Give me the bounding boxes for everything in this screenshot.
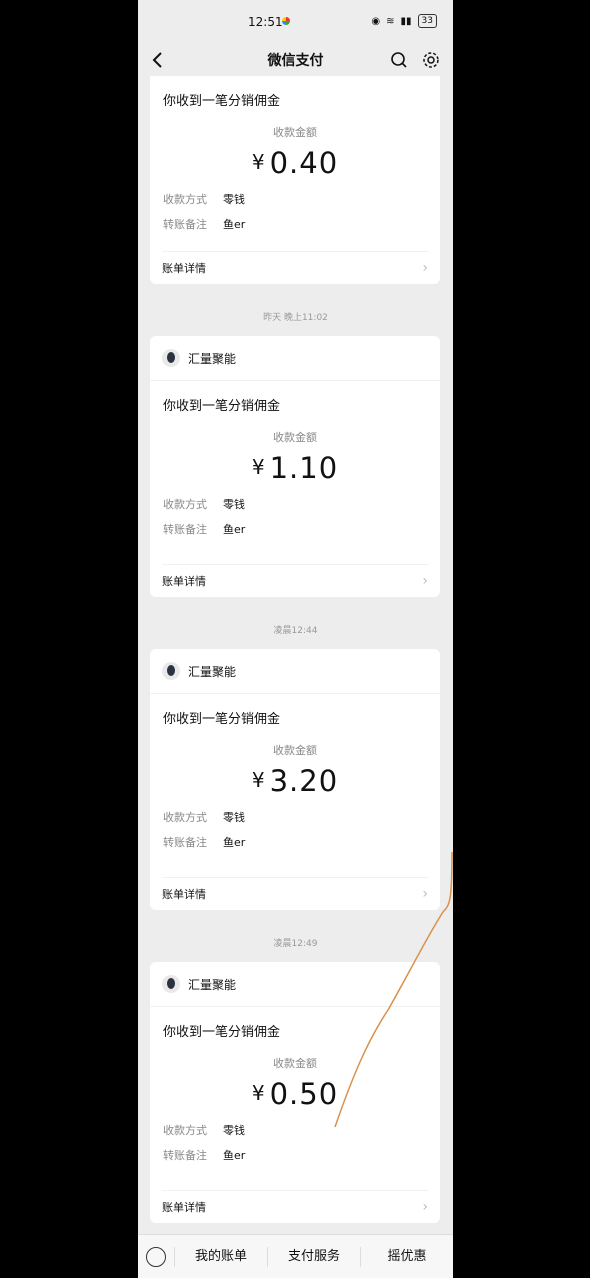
- avatar: [162, 662, 180, 680]
- card-subtitle: 你收到一笔分销佣金: [163, 1025, 281, 1040]
- payment-card: 汇量聚能 你收到一笔分销佣金 收款金额 ¥0.50 收款方式 零钱 转账备注 鱼er…: [150, 962, 440, 1223]
- amount-value: ¥0.40: [150, 146, 440, 180]
- bill-detail-label: 账单详情: [162, 1201, 206, 1214]
- currency-symbol: ¥: [251, 1081, 266, 1105]
- tab-shake-deals[interactable]: 摇优惠: [360, 1247, 453, 1267]
- amount-value: ¥1.10: [150, 451, 440, 485]
- note-value: 鱼er: [223, 1148, 246, 1162]
- method-key: 收款方式: [163, 497, 207, 511]
- bill-detail-link[interactable]: 账单详情 ›: [162, 1190, 428, 1223]
- timestamp: 昨天 晚上11:02: [263, 313, 328, 323]
- chevron-right-icon: ›: [422, 260, 428, 276]
- currency-symbol: ¥: [251, 150, 266, 174]
- method-value: 零钱: [223, 810, 245, 824]
- signal-icon: ▮▮: [400, 15, 412, 27]
- amount-label: 收款金额: [273, 744, 317, 757]
- battery-icon: 33: [417, 14, 437, 28]
- bill-detail-label: 账单详情: [162, 888, 206, 901]
- payment-card: 你收到一笔分销佣金 收款金额 ¥0.40 收款方式 零钱 转账备注 鱼er 账单详情…: [150, 76, 440, 284]
- note-key: 转账备注: [163, 522, 207, 536]
- method-key: 收款方式: [163, 810, 207, 824]
- method-row: 收款方式 零钱: [150, 1117, 440, 1142]
- card-subtitle: 你收到一笔分销佣金: [163, 399, 281, 414]
- card-header[interactable]: 汇量聚能: [150, 649, 440, 694]
- bottom-tabs: 我的账单 支付服务 摇优惠: [174, 1247, 453, 1267]
- status-icons: ◉ ≋ ▮▮ 33: [371, 14, 437, 28]
- amount-number: 0.40: [269, 146, 339, 180]
- amount-label: 收款金额: [273, 1057, 317, 1070]
- bill-detail-link[interactable]: 账单详情 ›: [162, 564, 428, 597]
- method-key: 收款方式: [163, 1123, 207, 1137]
- note-row: 转账备注 鱼er: [150, 211, 440, 236]
- tab-my-bills[interactable]: 我的账单: [174, 1247, 267, 1267]
- note-value: 鱼er: [223, 522, 246, 536]
- card-subtitle: 你收到一笔分销佣金: [163, 94, 281, 109]
- payment-card: 汇量聚能 你收到一笔分销佣金 收款金额 ¥1.10 收款方式 零钱 转账备注 鱼er…: [150, 336, 440, 597]
- note-value: 鱼er: [223, 217, 246, 231]
- amount-number: 1.10: [269, 451, 339, 485]
- method-value: 零钱: [223, 1123, 245, 1137]
- keyboard-toggle[interactable]: [138, 1235, 174, 1278]
- eye-icon: ◉: [371, 15, 381, 27]
- currency-symbol: ¥: [251, 455, 266, 479]
- method-row: 收款方式 零钱: [150, 186, 440, 211]
- amount-value: ¥0.50: [150, 1077, 440, 1111]
- payment-card: 汇量聚能 你收到一笔分销佣金 收款金额 ¥3.20 收款方式 零钱 转账备注 鱼er…: [150, 649, 440, 910]
- phone-screen: 12:51 ◉ ≋ ▮▮ 33 微信支付 你收到一笔分销佣金 收款金额 ¥0.4…: [138, 0, 453, 1278]
- keyboard-icon: [146, 1247, 166, 1267]
- tab-pay-services[interactable]: 支付服务: [267, 1247, 360, 1267]
- note-key: 转账备注: [163, 1148, 207, 1162]
- search-icon[interactable]: [389, 50, 409, 70]
- amount-value: ¥3.20: [150, 764, 440, 798]
- amount-number: 3.20: [269, 764, 339, 798]
- method-value: 零钱: [223, 192, 245, 206]
- wifi-icon: ≋: [386, 15, 395, 27]
- method-row: 收款方式 零钱: [150, 804, 440, 829]
- note-row: 转账备注 鱼er: [150, 516, 440, 541]
- avatar: [162, 349, 180, 367]
- status-bar: 12:51 ◉ ≋ ▮▮ 33: [138, 0, 453, 44]
- bill-detail-link[interactable]: 账单详情 ›: [162, 877, 428, 910]
- bottom-bar: 我的账单 支付服务 摇优惠: [138, 1234, 453, 1278]
- gear-icon[interactable]: [421, 50, 441, 70]
- note-value: 鱼er: [223, 835, 246, 849]
- nav-bar: 微信支付: [138, 44, 453, 76]
- sender-name: 汇量聚能: [188, 351, 237, 366]
- chevron-right-icon: ›: [422, 573, 428, 589]
- method-value: 零钱: [223, 497, 245, 511]
- amount-label: 收款金额: [273, 126, 317, 139]
- timestamp: 凌晨12:44: [273, 626, 318, 636]
- note-key: 转账备注: [163, 835, 207, 849]
- card-header[interactable]: 汇量聚能: [150, 962, 440, 1007]
- chevron-right-icon: ›: [422, 1199, 428, 1215]
- bill-detail-link[interactable]: 账单详情 ›: [162, 251, 428, 284]
- back-icon[interactable]: [148, 50, 168, 70]
- timestamp: 凌晨12:49: [273, 939, 318, 949]
- chevron-right-icon: ›: [422, 886, 428, 902]
- bill-detail-label: 账单详情: [162, 262, 206, 275]
- currency-symbol: ¥: [251, 768, 266, 792]
- amount-number: 0.50: [269, 1077, 339, 1111]
- amount-label: 收款金额: [273, 431, 317, 444]
- notification-icon: [282, 17, 290, 25]
- method-key: 收款方式: [163, 192, 207, 206]
- bill-detail-label: 账单详情: [162, 575, 206, 588]
- note-row: 转账备注 鱼er: [150, 1142, 440, 1167]
- page-title: 微信支付: [267, 53, 324, 69]
- note-key: 转账备注: [163, 217, 207, 231]
- avatar: [162, 975, 180, 993]
- note-row: 转账备注 鱼er: [150, 829, 440, 854]
- status-time: 12:51: [248, 15, 283, 29]
- sender-name: 汇量聚能: [188, 977, 237, 992]
- card-subtitle: 你收到一笔分销佣金: [163, 712, 281, 727]
- card-header[interactable]: 汇量聚能: [150, 336, 440, 381]
- method-row: 收款方式 零钱: [150, 491, 440, 516]
- sender-name: 汇量聚能: [188, 664, 237, 679]
